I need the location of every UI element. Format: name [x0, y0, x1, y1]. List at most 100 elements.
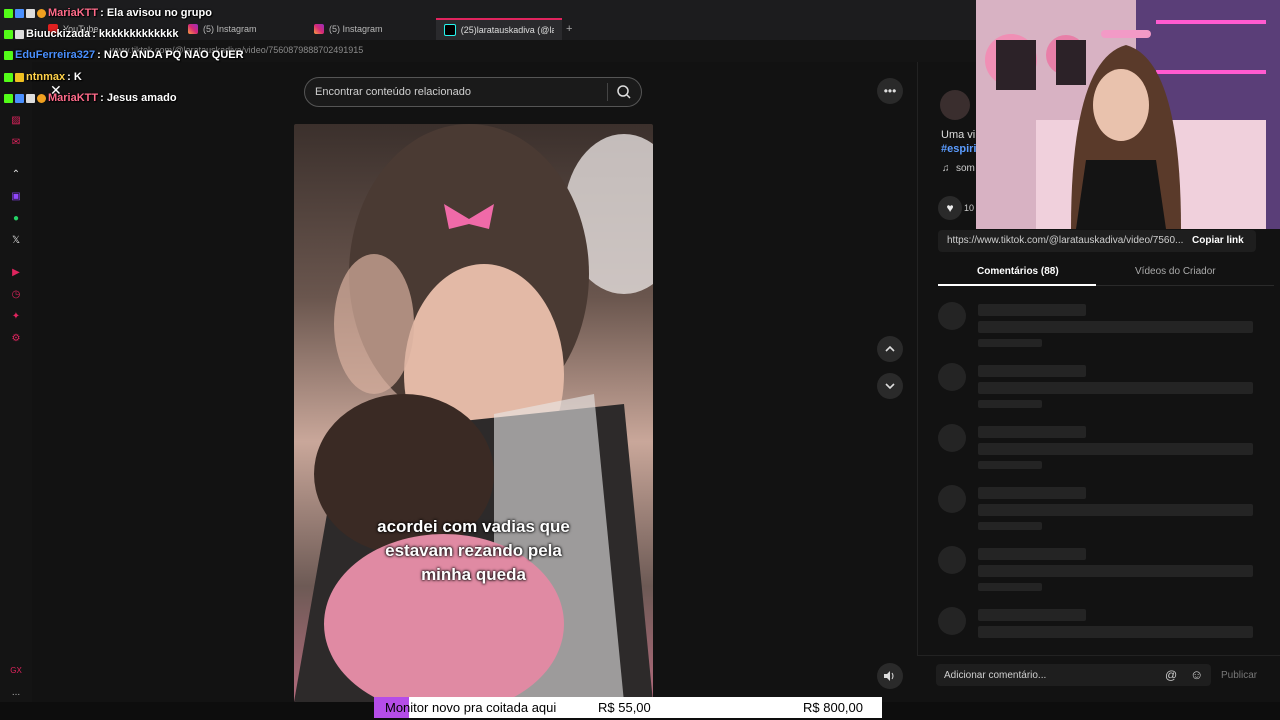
comment-skeleton-line: [978, 461, 1042, 469]
video-player[interactable]: [294, 124, 653, 702]
x-icon[interactable]: 𝕏: [10, 234, 22, 246]
comment-skeleton-avatar: [938, 363, 966, 391]
instagram-icon: [188, 24, 198, 34]
tier-badge-icon: [37, 93, 46, 103]
sub-badge-icon: [15, 93, 24, 103]
comment-skeleton-avatar: [938, 546, 966, 574]
volume-icon: [884, 671, 894, 681]
comment-skeleton-line: [978, 365, 1086, 377]
close-icon[interactable]: ✕: [50, 82, 62, 99]
comment-skeleton-line: [978, 304, 1086, 316]
comment-skeleton-line: [978, 443, 1253, 455]
video-description: Uma vi: [941, 129, 976, 141]
notes-icon[interactable]: ▨: [10, 114, 22, 126]
donation-current: R$ 55,00: [598, 700, 651, 715]
tiktok-icon: [444, 24, 456, 36]
tab-label: (5) Instagram: [329, 24, 383, 34]
chat-username[interactable]: MariaKTT: [48, 7, 98, 19]
share-link-text[interactable]: https://www.tiktok.com/@laratauskadiva/v…: [947, 235, 1183, 246]
streamer-webcam: [976, 0, 1280, 229]
sound-name[interactable]: som: [956, 163, 975, 174]
hashtag-link[interactable]: #espiri: [941, 143, 976, 155]
whatsapp-icon[interactable]: ●: [10, 212, 22, 224]
like-icon[interactable]: ♥: [938, 196, 962, 220]
webcam-frame: [976, 0, 1280, 229]
author-avatar[interactable]: [940, 90, 970, 120]
chat-username[interactable]: EduFerreira327: [15, 49, 95, 61]
gift-badge-icon: [26, 93, 35, 103]
comment-skeleton-line: [978, 609, 1086, 621]
tab-label: (5) Instagram: [203, 24, 257, 34]
chat-username[interactable]: Biuuckizada: [26, 28, 90, 40]
settings-icon[interactable]: ⚙: [10, 332, 22, 344]
more-icon[interactable]: ...: [10, 686, 22, 698]
mail-icon[interactable]: ✉: [10, 136, 22, 148]
chat-message: Biuuckizada : kkkkkkkkkkkkk: [4, 28, 178, 40]
comment-skeleton-line: [978, 487, 1086, 499]
copy-link-button[interactable]: Copiar link: [1192, 235, 1244, 246]
comment-skeleton-line: [978, 548, 1086, 560]
comment-skeleton-line: [978, 382, 1253, 394]
like-count: 10: [964, 203, 975, 213]
video-frame: [294, 124, 653, 702]
search-placeholder: Encontrar conteúdo relacionado: [315, 86, 471, 98]
volume-button[interactable]: [877, 663, 903, 689]
search-divider: [607, 83, 608, 101]
comment-skeleton-line: [978, 400, 1042, 408]
comment-skeleton-avatar: [938, 485, 966, 513]
search-icon[interactable]: [615, 83, 633, 101]
tab-instagram-2[interactable]: (5) Instagram: [306, 18, 432, 40]
gx-icon[interactable]: GX: [10, 664, 22, 676]
comment-skeleton-line: [978, 426, 1086, 438]
clock-icon[interactable]: ◷: [10, 288, 22, 300]
caption-line: estavam rezando pela: [385, 541, 562, 560]
puzzle-icon[interactable]: ✦: [10, 310, 22, 322]
crown-badge-icon: [15, 72, 24, 82]
kick-badge-icon: [4, 93, 13, 103]
sub-badge-icon: [15, 8, 24, 18]
comment-skeleton-line: [978, 565, 1253, 577]
comment-skeleton-avatar: [938, 302, 966, 330]
comment-skeleton-line: [978, 583, 1042, 591]
emoji-icon[interactable]: ☺: [1190, 667, 1203, 682]
comment-skeleton-line: [978, 339, 1042, 347]
twitch-icon[interactable]: ▣: [10, 190, 22, 202]
chat-text: : NAO ANDA PQ NAO QUER: [97, 49, 244, 61]
video-caption: acordei com vadias que estavam rezando p…: [294, 515, 653, 587]
more-options-button[interactable]: •••: [877, 78, 903, 104]
caption-line: acordei com vadias que: [377, 517, 570, 536]
new-tab-button[interactable]: +: [566, 23, 572, 35]
comment-skeleton-avatar: [938, 424, 966, 452]
tab-tiktok[interactable]: (25)laratauskadiva (@lara: [436, 18, 562, 40]
tab-comments[interactable]: Comentários (88): [977, 266, 1059, 277]
previous-video-button[interactable]: [877, 336, 903, 362]
chat-message: EduFerreira327 : NAO ANDA PQ NAO QUER: [4, 49, 244, 61]
gift-badge-icon: [26, 8, 35, 18]
play-icon[interactable]: ▶: [10, 266, 22, 278]
chat-message: MariaKTT : Jesus amado: [4, 92, 177, 104]
tab-creator-videos[interactable]: Vídeos do Criador: [1135, 266, 1216, 277]
chevron-up-icon: [885, 345, 895, 352]
comment-skeleton-line: [978, 504, 1253, 516]
at-icon[interactable]: @: [1165, 668, 1177, 682]
chevron-down-icon: [885, 383, 895, 390]
chat-message: MariaKTT : Ela avisou no grupo: [4, 7, 212, 19]
tab-label: (25)laratauskadiva (@lara: [460, 25, 554, 35]
browser-sidebar: [0, 62, 32, 720]
donation-message: Monitor novo pra coitada aqui: [385, 700, 557, 715]
comment-skeleton-avatar: [938, 607, 966, 635]
chat-text: : K: [67, 71, 82, 83]
kick-badge-icon: [4, 29, 13, 39]
gift-badge-icon: [15, 29, 24, 39]
chat-text: : kkkkkkkkkkkkk: [92, 28, 179, 40]
comment-skeleton-line: [978, 321, 1253, 333]
tab-instagram-1[interactable]: (5) Instagram: [180, 18, 306, 40]
next-video-button[interactable]: [877, 373, 903, 399]
arrow-icon[interactable]: ⌃: [10, 168, 22, 180]
chat-text: : Jesus amado: [100, 92, 177, 104]
chat-text: : Ela avisou no grupo: [100, 7, 212, 19]
caption-line: minha queda: [421, 565, 526, 584]
comment-skeleton-line: [978, 626, 1253, 638]
publish-button[interactable]: Publicar: [1221, 670, 1257, 681]
donation-goal: R$ 800,00: [803, 700, 863, 715]
